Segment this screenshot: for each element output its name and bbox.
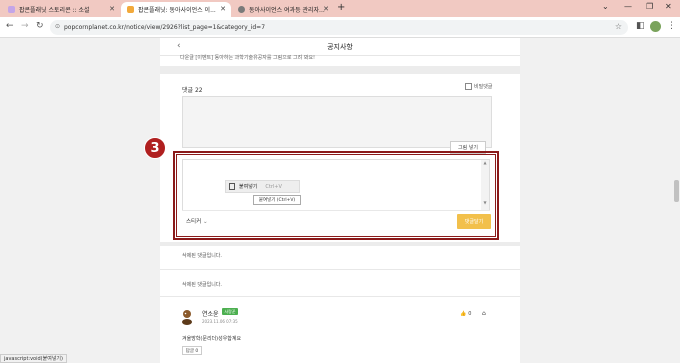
window-close-icon[interactable]: ✕ bbox=[665, 2, 672, 11]
maximize-icon[interactable]: ❐ bbox=[646, 2, 653, 11]
avatar[interactable] bbox=[180, 309, 194, 325]
close-tab-icon[interactable]: ✕ bbox=[323, 5, 329, 13]
status-bar: javascript:void(붙여넣기) bbox=[0, 354, 67, 363]
paste-menu-item[interactable]: 붙여넣기 Ctrl+V bbox=[225, 180, 300, 193]
deleted-comment: 삭제된 댓글입니다. bbox=[182, 282, 222, 288]
tab-label: 팝콘플래닛 스토리콘 :: 소설 bbox=[19, 7, 90, 14]
reply-button[interactable]: 답글 0 bbox=[182, 346, 202, 355]
bookmark-star-icon[interactable]: ☆ bbox=[615, 22, 622, 31]
step-number-badge: 3 bbox=[144, 137, 166, 159]
tab-favicon-icon bbox=[8, 6, 15, 13]
secret-label: 비밀댓글 bbox=[474, 84, 493, 90]
forward-arrow-icon[interactable]: → bbox=[21, 21, 29, 31]
textarea-scrollbar[interactable]: ▲ ▼ bbox=[481, 160, 489, 210]
chevron-down-icon: ⌄ bbox=[202, 219, 208, 225]
menu-kebab-icon[interactable]: ⋮ bbox=[667, 21, 676, 31]
divider bbox=[160, 296, 520, 297]
browser-tab-3[interactable]: 동아사이언스 여과등 관리자... ✕ bbox=[232, 2, 334, 17]
like-button[interactable]: 👍 0 bbox=[460, 311, 471, 317]
comment-author[interactable]: 연소윤 bbox=[202, 309, 219, 318]
new-tab-button[interactable]: + bbox=[337, 2, 345, 13]
page-title: 공지사항 bbox=[327, 43, 353, 51]
profile-avatar[interactable] bbox=[650, 21, 661, 32]
close-tab-icon[interactable]: ✕ bbox=[220, 5, 226, 13]
paste-shortcut: Ctrl+V bbox=[265, 183, 282, 190]
comment-text: 겨울방학(문리더)성우합계요 bbox=[182, 336, 242, 342]
sticker-label: 스티커 bbox=[186, 219, 202, 225]
minimize-icon[interactable]: — bbox=[624, 2, 632, 11]
section-divider bbox=[160, 242, 520, 246]
comment-date: 2023.11.06 07:35 bbox=[202, 319, 238, 324]
divider bbox=[160, 269, 520, 270]
page-content: ‹ 공지사항 다운글 [이벤트] 동아하는 과학기술유공자를 그림으로 그려 봐… bbox=[144, 38, 520, 363]
comment-menu-icon[interactable]: ⌂ bbox=[482, 310, 486, 317]
scrollbar-thumb[interactable] bbox=[674, 180, 679, 202]
sticker-button[interactable]: 스티커 ⌄ bbox=[186, 217, 208, 225]
browser-tab-1[interactable]: 팝콘플래닛 스토리콘 :: 소설 ✕ bbox=[2, 2, 120, 17]
back-arrow-icon[interactable]: ← bbox=[6, 21, 14, 31]
site-info-icon[interactable]: ⊙ bbox=[55, 23, 60, 30]
image-preview-area bbox=[182, 96, 492, 148]
clipboard-icon bbox=[229, 183, 235, 190]
comments-count: 댓글 22 bbox=[182, 87, 203, 94]
reload-icon[interactable]: ↻ bbox=[36, 21, 44, 31]
url-text: popcornplanet.co.kr/notice/view/2926?lis… bbox=[64, 24, 266, 31]
deleted-comment: 삭제된 댓글입니다. bbox=[182, 253, 222, 259]
address-bar[interactable]: ⊙ popcornplanet.co.kr/notice/view/2926?l… bbox=[50, 20, 628, 35]
tab-search-icon[interactable]: ⌄ bbox=[602, 2, 609, 11]
tab-favicon-icon bbox=[238, 6, 245, 13]
checkbox-icon[interactable] bbox=[465, 83, 472, 90]
tab-bar: 팝콘플래닛 스토리콘 :: 소설 ✕ 팝콘플래닛: 동아사이언스 이... ✕ … bbox=[0, 0, 680, 17]
secret-comment-checkbox[interactable]: 비밀댓글 bbox=[465, 83, 492, 90]
tab-label: 동아사이언스 여과등 관리자... bbox=[249, 7, 325, 14]
paste-label: 붙여넣기 bbox=[239, 184, 258, 190]
next-post-link[interactable]: 다운글 [이벤트] 동아하는 과학기술유공자를 그림으로 그려 봐요! bbox=[180, 54, 315, 61]
paste-tooltip: 붙여넣기 (Ctrl+V) bbox=[253, 195, 301, 205]
like-count: 0 bbox=[468, 311, 472, 317]
tab-favicon-icon bbox=[127, 6, 134, 13]
sidepanel-icon[interactable]: ◧ bbox=[636, 21, 645, 31]
browser-toolbar: ← → ↻ ⊙ popcornplanet.co.kr/notice/view/… bbox=[0, 17, 680, 38]
page-scrollbar[interactable] bbox=[673, 38, 680, 363]
tab-label: 팝콘플래닛: 동아사이언스 이... bbox=[138, 7, 216, 14]
close-tab-icon[interactable]: ✕ bbox=[109, 5, 115, 13]
divider bbox=[182, 210, 490, 211]
browser-tab-2[interactable]: 팝콘플래닛: 동아사이언스 이... ✕ bbox=[121, 2, 231, 17]
like-icon: 👍 bbox=[460, 311, 467, 317]
user-level-badge: 사랑꾼 bbox=[222, 308, 238, 315]
submit-comment-button[interactable]: 댓글달기 bbox=[457, 214, 491, 229]
section-divider bbox=[160, 66, 520, 74]
